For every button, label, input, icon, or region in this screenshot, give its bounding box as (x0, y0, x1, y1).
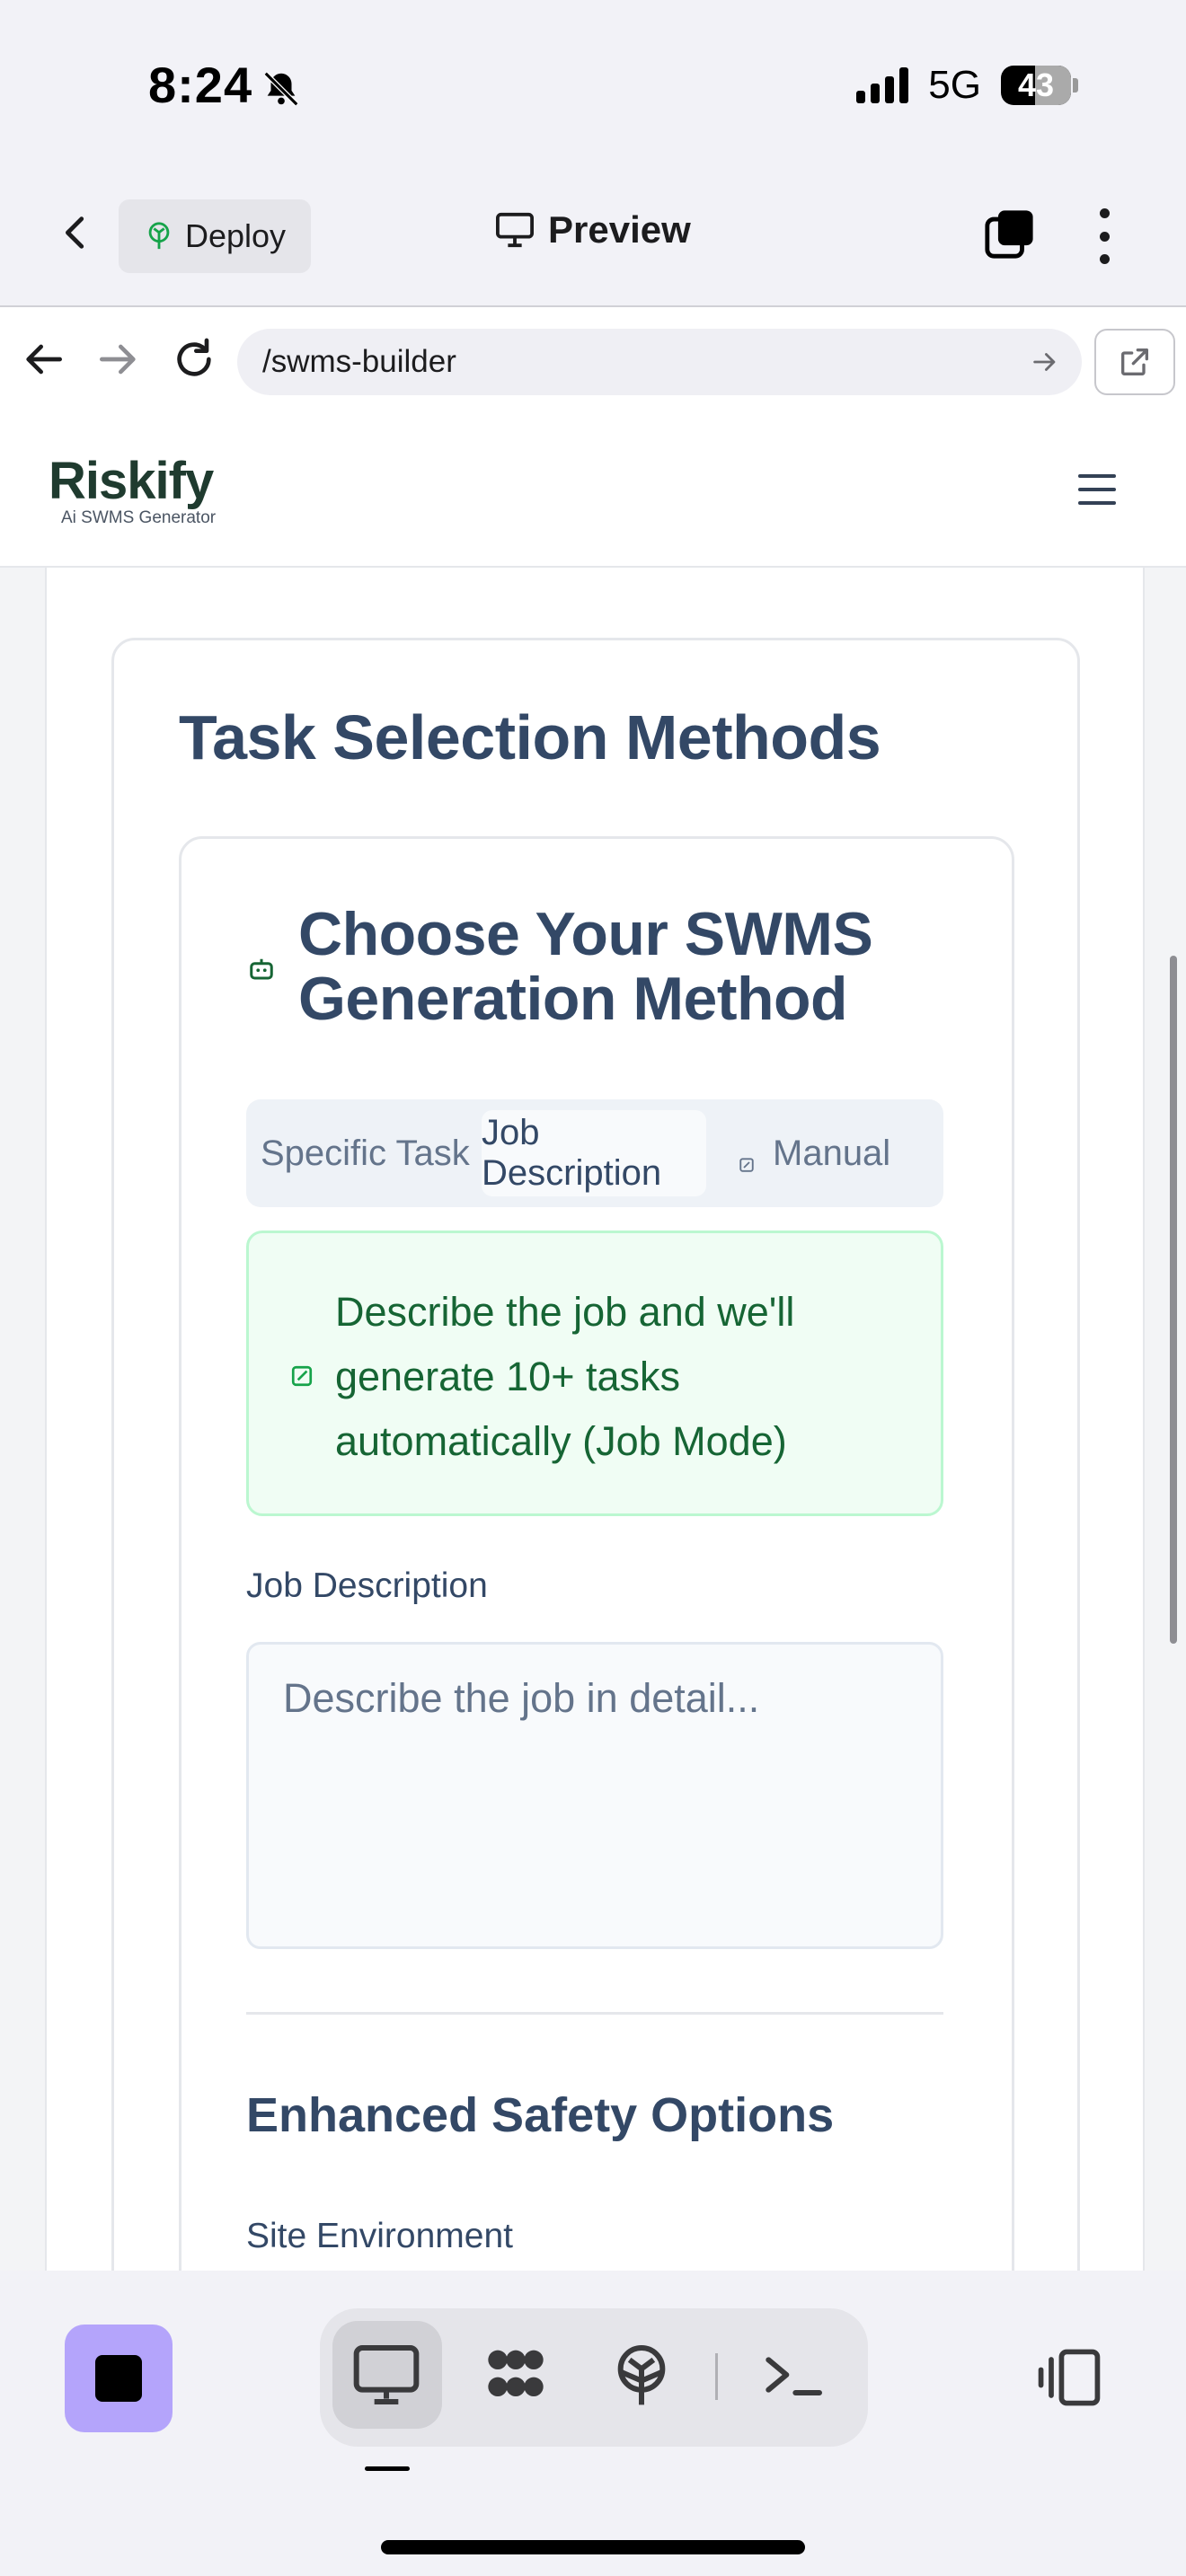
arrow-left-icon[interactable] (18, 334, 68, 384)
panel-layout-icon[interactable] (1033, 2346, 1105, 2409)
go-arrow-icon[interactable] (1030, 347, 1060, 377)
status-indicators: 5G 43 (856, 63, 1078, 108)
riskify-logo[interactable]: Riskify Ai SWMS Generator (49, 454, 216, 528)
page-scrollbar[interactable] (1170, 956, 1177, 1644)
divider (246, 2012, 943, 2015)
tabs-switcher-icon[interactable] (983, 208, 1035, 260)
site-environment-label: Site Environment (246, 2217, 513, 2255)
method-tabs: Specific Task Job Description Manual (246, 1099, 943, 1207)
open-external-button[interactable] (1094, 329, 1175, 395)
info-text: Describe the job and we'll generate 10+ … (335, 1289, 795, 1464)
monitor-icon[interactable] (350, 2339, 422, 2411)
stop-icon (95, 2355, 142, 2402)
tab-job-description[interactable]: Job Description (482, 1110, 706, 1196)
preview-tab[interactable]: Preview (494, 208, 691, 251)
more-menu-icon[interactable] (1091, 208, 1118, 264)
terminal-icon[interactable] (757, 2339, 828, 2411)
deploy-button[interactable]: Deploy (119, 199, 311, 273)
url-text: /swms-builder (262, 344, 456, 379)
status-time: 8:24 (148, 57, 253, 113)
url-input[interactable]: /swms-builder (237, 329, 1082, 395)
tab-manual[interactable]: Manual (773, 1110, 890, 1196)
signal-icon (856, 67, 909, 103)
logo-word: Riskify (49, 452, 214, 510)
external-link-icon (1121, 348, 1148, 375)
section-title: Task Selection Methods (179, 702, 881, 772)
job-description-textarea[interactable]: Describe the job in detail... (246, 1642, 943, 1949)
arrow-right-icon[interactable] (93, 334, 144, 384)
active-indicator (365, 2466, 410, 2471)
site-header: Riskify Ai SWMS Generator (0, 415, 1186, 568)
battery-level: 43 (1017, 66, 1055, 103)
reload-icon[interactable] (169, 334, 219, 384)
deploy-tree-icon[interactable] (606, 2339, 677, 2411)
deploy-icon (148, 222, 170, 250)
preview-label: Preview (548, 208, 691, 251)
job-description-label: Job Description (246, 1566, 488, 1605)
stop-button[interactable] (65, 2325, 173, 2432)
task-selection-card: Task Selection Methods Choose Your SWMS … (111, 638, 1080, 2271)
tab-label: Job Description (482, 1113, 662, 1193)
bell-slash-icon (263, 71, 299, 107)
robot-icon (250, 958, 273, 980)
page-card: Task Selection Methods Choose Your SWMS … (45, 566, 1145, 2271)
battery-icon: 43 (1001, 66, 1078, 105)
site-viewport: Task Selection Methods Choose Your SWMS … (0, 415, 1186, 2271)
view-switcher (320, 2308, 868, 2447)
edit-icon (739, 1158, 754, 1172)
job-mode-info: Describe the job and we'll generate 10+ … (246, 1231, 943, 1516)
monitor-icon (496, 212, 534, 248)
safety-options-title: Enhanced Safety Options (246, 2088, 835, 2142)
textarea-placeholder: Describe the job in detail... (283, 1675, 760, 1721)
back-chevron-icon[interactable] (56, 212, 97, 253)
logo-tagline: Ai SWMS Generator (61, 508, 217, 527)
network-type: 5G (928, 63, 981, 107)
tab-specific-task[interactable]: Specific Task (261, 1110, 470, 1196)
edit-icon (291, 1365, 313, 1387)
separator (715, 2353, 718, 2400)
method-card: Choose Your SWMS Generation Method Speci… (179, 836, 1014, 2271)
tab-label: Manual (773, 1133, 891, 1173)
browser-bar: /swms-builder (0, 305, 1186, 417)
tab-label: Specific Task (261, 1133, 470, 1173)
workspace-icon[interactable] (480, 2339, 552, 2411)
home-indicator (381, 2540, 805, 2554)
hamburger-menu-icon[interactable] (1078, 474, 1116, 505)
deploy-label: Deploy (184, 217, 287, 254)
method-title: Choose Your SWMS Generation Method (298, 900, 873, 1033)
